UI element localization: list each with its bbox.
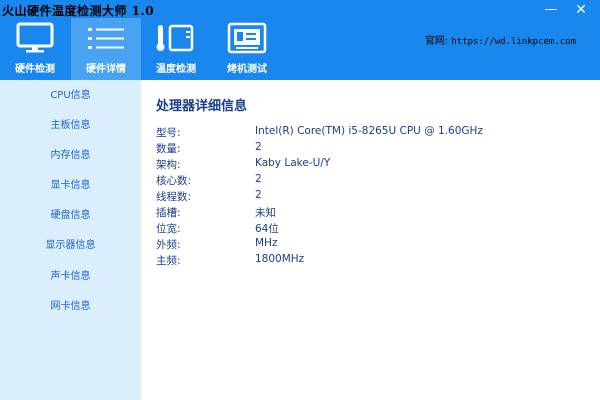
info-key: 主频: — [156, 255, 181, 267]
close-button[interactable]: ✕ — [568, 0, 594, 20]
info-key: 线程数: — [156, 191, 192, 203]
tab-label: 硬件详情 — [86, 64, 126, 75]
page-title: 处理器详细信息 — [156, 99, 248, 114]
sidebar-item-cpu[interactable]: CPU信息 — [0, 81, 141, 111]
tab-label: 硬件检测 — [15, 64, 55, 75]
sidebar-item-motherboard[interactable]: 主板信息 — [0, 111, 141, 141]
info-value: 64位 — [255, 223, 279, 235]
info-key: 插槽: — [156, 207, 181, 219]
tab-label: 温度检测 — [156, 64, 196, 75]
info-value: 未知 — [255, 207, 276, 219]
tab-hardware-detail[interactable]: 硬件详情 — [71, 18, 141, 80]
list-icon — [88, 28, 124, 49]
tab-label: 烤机测试 — [227, 64, 267, 75]
info-value: MHz — [255, 237, 278, 249]
info-key: 架构: — [156, 159, 181, 171]
website-link[interactable]: 官网: https://wd.linkpcem.com — [425, 32, 576, 47]
info-key: 外频: — [156, 239, 181, 251]
thermometer-icon — [156, 23, 195, 53]
sidebar-item-network[interactable]: 网卡信息 — [0, 292, 141, 322]
info-key: 型号: — [156, 127, 181, 139]
info-value: 2 — [255, 141, 262, 153]
website-url[interactable]: https://wd.linkpcem.com — [451, 37, 576, 47]
app-title: 火山硬件温度检测大师 1.0 — [2, 4, 155, 18]
circuit-board-icon — [227, 22, 267, 54]
minimize-button[interactable]: — — [538, 0, 564, 20]
sidebar-item-gpu[interactable]: 显卡信息 — [0, 171, 141, 201]
sidebar: CPU信息 主板信息 内存信息 显卡信息 硬盘信息 显示器信息 声卡信息 网卡信… — [0, 80, 141, 400]
tab-temperature[interactable]: 温度检测 — [141, 18, 211, 80]
main-panel: 处理器详细信息 型号: Intel(R) Core(TM) i5-8265U C… — [141, 80, 600, 400]
info-key: 核心数: — [156, 175, 192, 187]
header-bar: 火山硬件温度检测大师 1.0 — ✕ 硬件检测 硬件详情 温度检测 烤机测试 官… — [0, 0, 600, 80]
sidebar-item-sound[interactable]: 声卡信息 — [0, 262, 141, 292]
tab-burn-test[interactable]: 烤机测试 — [212, 18, 282, 80]
sidebar-item-disk[interactable]: 硬盘信息 — [0, 201, 141, 231]
info-value: 1800MHz — [255, 253, 305, 265]
sidebar-item-display[interactable]: 显示器信息 — [0, 231, 141, 261]
monitor-icon — [16, 22, 54, 53]
info-value: Kaby Lake-U/Y — [255, 157, 331, 169]
tab-hardware-check[interactable]: 硬件检测 — [0, 18, 70, 80]
info-value: 2 — [255, 173, 262, 185]
info-key: 数量: — [156, 143, 181, 155]
info-value: 2 — [255, 189, 262, 201]
info-value: Intel(R) Core(TM) i5-8265U CPU @ 1.60GHz — [255, 125, 483, 137]
info-key: 位宽: — [156, 223, 181, 235]
website-label: 官网: — [424, 36, 449, 47]
sidebar-item-memory[interactable]: 内存信息 — [0, 141, 141, 171]
